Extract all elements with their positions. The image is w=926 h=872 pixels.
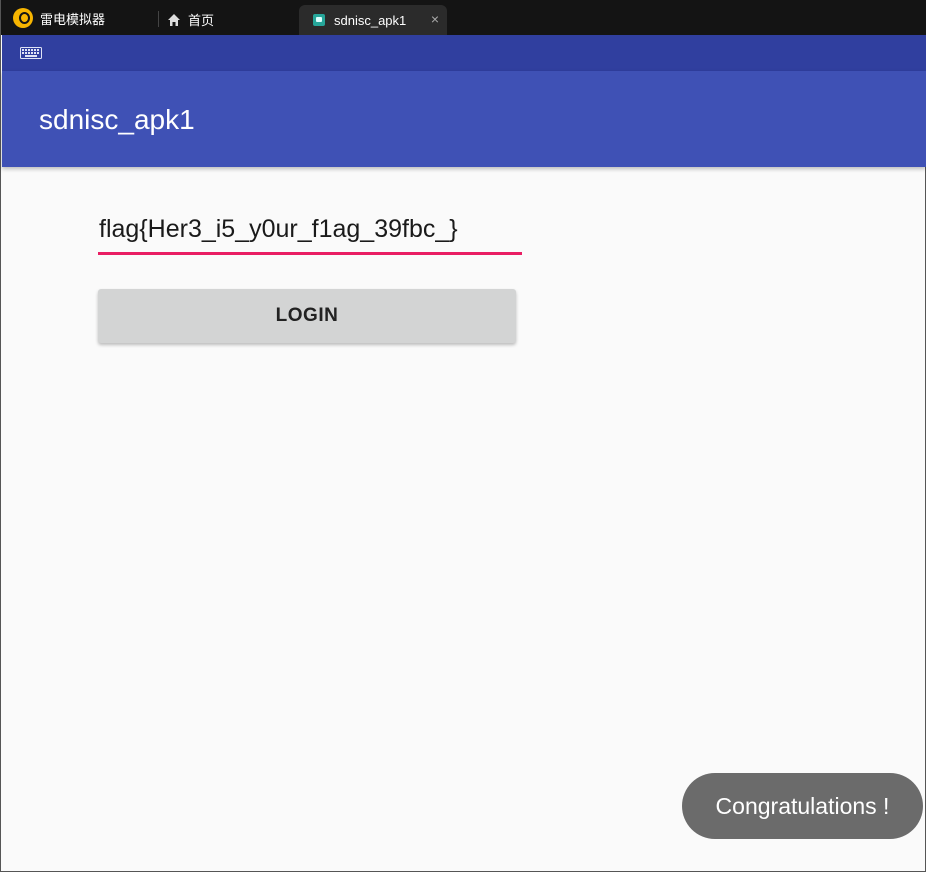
- emulator-brand: 雷电模拟器: [13, 8, 105, 28]
- home-icon: [168, 13, 180, 26]
- keyboard-icon: [20, 47, 42, 59]
- toast-message: Congratulations !: [682, 773, 923, 839]
- app-toolbar: sdnisc_apk1: [2, 71, 926, 167]
- emulator-tab-bar: 雷电模拟器 首页 sdnisc_apk1 ×: [1, 0, 926, 35]
- emulator-logo-icon: [13, 8, 33, 28]
- tab-home-label: 首页: [188, 13, 215, 28]
- tab-sdnisc-apk1-label: sdnisc_apk1: [334, 12, 407, 28]
- emulator-brand-name: 雷电模拟器: [40, 11, 106, 27]
- app-title: sdnisc_apk1: [39, 104, 195, 135]
- tab-home[interactable]: 首页: [167, 10, 214, 29]
- tab-divider: [158, 11, 159, 27]
- android-app-icon: [313, 14, 325, 26]
- flag-input[interactable]: [98, 213, 522, 255]
- tab-sdnisc-apk1[interactable]: sdnisc_apk1 ×: [299, 5, 447, 35]
- close-tab-icon[interactable]: ×: [431, 11, 439, 27]
- android-status-bar: [2, 35, 926, 71]
- login-button[interactable]: LOGIN: [98, 289, 516, 343]
- emulator-window: 雷电模拟器 首页 sdnisc_apk1 × sdnisc_apk1 L: [0, 0, 926, 872]
